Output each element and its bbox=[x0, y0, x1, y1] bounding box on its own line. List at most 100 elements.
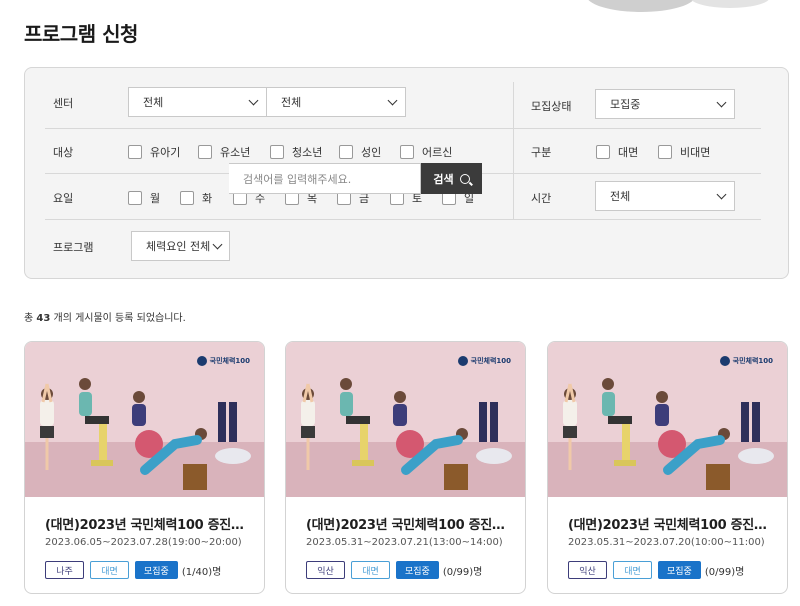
site-badge: 나주 bbox=[45, 561, 84, 579]
category-checkbox-online[interactable]: 비대면 bbox=[658, 144, 710, 160]
checkbox-box[interactable] bbox=[596, 145, 610, 159]
chevron-down-icon bbox=[248, 95, 259, 106]
divider bbox=[513, 82, 514, 219]
card-title[interactable]: (대면)2023년 국민체력100 증진… bbox=[306, 514, 511, 533]
brand-logo: 국민체력100 bbox=[457, 356, 511, 366]
search-button-label: 검색 bbox=[433, 172, 454, 186]
brand-logo: 국민체력100 bbox=[196, 356, 250, 366]
target-label: 대상 bbox=[53, 146, 74, 159]
status-badge: 모집중 bbox=[135, 561, 178, 579]
page-title: 프로그램 신청 bbox=[24, 22, 138, 46]
checkbox-label: 월 bbox=[150, 192, 161, 205]
count-number: 43 bbox=[36, 313, 51, 324]
chevron-down-icon bbox=[716, 97, 727, 108]
capacity-text: (0/99)명 bbox=[442, 566, 483, 578]
chevron-down-icon bbox=[212, 239, 223, 250]
brand-logo-icon bbox=[719, 356, 730, 366]
program-label: 프로그램 bbox=[53, 241, 94, 254]
search-button[interactable]: 검색 bbox=[421, 163, 482, 194]
program-card[interactable]: 국민체력100 (대면)2023년 국민체력100 증진… 2023.05.31… bbox=[285, 341, 526, 594]
checkbox-box[interactable] bbox=[339, 145, 353, 159]
checkbox-box[interactable] bbox=[128, 145, 142, 159]
checkbox-label: 대면 bbox=[618, 146, 639, 159]
category-label: 구분 bbox=[531, 146, 552, 159]
capacity-text: (1/40)명 bbox=[181, 566, 222, 578]
card-illustration: 국민체력100 bbox=[286, 342, 525, 497]
center-select-1[interactable]: 전체 bbox=[128, 87, 267, 117]
type-badge: 대면 bbox=[613, 561, 652, 579]
checkbox-label: 어르신 bbox=[422, 146, 453, 159]
card-tags: 나주 대면 모집중 (1/40)명 bbox=[45, 561, 221, 579]
brand-logo: 국민체력100 bbox=[719, 356, 773, 366]
status-badge: 모집중 bbox=[396, 561, 439, 579]
status-badge: 모집중 bbox=[658, 561, 701, 579]
day-label: 요일 bbox=[53, 192, 74, 205]
target-checkbox-senior[interactable]: 어르신 bbox=[400, 144, 452, 160]
capacity-text: (0/99)명 bbox=[704, 566, 745, 578]
search-placeholder: 검색어를 입력해주세요. bbox=[243, 172, 352, 186]
search-icon bbox=[459, 173, 470, 184]
checkbox-label: 성인 bbox=[361, 146, 382, 159]
checkbox-box[interactable] bbox=[270, 145, 284, 159]
card-illustration: 국민체력100 bbox=[548, 342, 787, 497]
recruit-status-select[interactable]: 모집중 bbox=[595, 89, 735, 119]
recruit-status-value: 모집중 bbox=[610, 98, 641, 111]
brand-logo-icon bbox=[196, 356, 207, 366]
program-card[interactable]: 국민체력100 (대면)2023년 국민체력100 증진… 2023.05.31… bbox=[547, 341, 788, 594]
checkbox-label: 화 bbox=[202, 192, 213, 205]
checkbox-label: 비대면 bbox=[680, 146, 711, 159]
result-count: 총 43 개의 게시물이 등록 되었습니다. bbox=[24, 309, 186, 324]
category-checkbox-offline[interactable]: 대면 bbox=[596, 144, 638, 160]
time-select-value: 전체 bbox=[610, 190, 631, 203]
top-decoration-2 bbox=[690, 0, 770, 8]
count-prefix: 총 bbox=[24, 313, 37, 324]
card-date: 2023.05.31~2023.07.21(13:00~14:00) bbox=[306, 537, 503, 548]
target-checkbox-youth[interactable]: 유소년 bbox=[198, 144, 250, 160]
day-checkbox-mon[interactable]: 월 bbox=[128, 190, 160, 206]
checkbox-label: 유아기 bbox=[150, 146, 181, 159]
checkbox-box[interactable] bbox=[198, 145, 212, 159]
card-date: 2023.06.05~2023.07.28(19:00~20:00) bbox=[45, 537, 242, 548]
type-badge: 대면 bbox=[351, 561, 390, 579]
checkbox-label: 유소년 bbox=[220, 146, 251, 159]
divider bbox=[45, 219, 761, 220]
checkbox-box[interactable] bbox=[400, 145, 414, 159]
card-date: 2023.05.31~2023.07.20(10:00~11:00) bbox=[568, 537, 765, 548]
center-select-2-value: 전체 bbox=[281, 96, 302, 109]
card-title[interactable]: (대면)2023년 국민체력100 증진… bbox=[568, 514, 773, 533]
card-tags: 익산 대면 모집중 (0/99)명 bbox=[568, 561, 744, 579]
card-tags: 익산 대면 모집중 (0/99)명 bbox=[306, 561, 482, 579]
divider bbox=[45, 128, 761, 129]
chevron-down-icon bbox=[716, 189, 727, 200]
search-input[interactable]: 검색어를 입력해주세요. bbox=[229, 163, 421, 194]
top-decoration bbox=[586, 0, 696, 12]
checkbox-box[interactable] bbox=[128, 191, 142, 205]
site-badge: 익산 bbox=[568, 561, 607, 579]
program-select-value: 체력요인 전체 bbox=[146, 240, 211, 253]
time-label: 시간 bbox=[531, 192, 552, 205]
checkbox-label: 청소년 bbox=[292, 146, 323, 159]
site-badge: 익산 bbox=[306, 561, 345, 579]
brand-text: 국민체력100 bbox=[209, 357, 250, 365]
chevron-down-icon bbox=[387, 95, 398, 106]
target-checkbox-infant[interactable]: 유아기 bbox=[128, 144, 180, 160]
program-select[interactable]: 체력요인 전체 bbox=[131, 231, 230, 261]
brand-text: 국민체력100 bbox=[732, 357, 773, 365]
brand-logo-icon bbox=[457, 356, 468, 366]
target-checkbox-adult[interactable]: 성인 bbox=[339, 144, 381, 160]
count-suffix: 개의 게시물이 등록 되었습니다. bbox=[50, 313, 186, 324]
time-select[interactable]: 전체 bbox=[595, 181, 735, 211]
center-label: 센터 bbox=[53, 97, 74, 110]
type-badge: 대면 bbox=[90, 561, 129, 579]
checkbox-box[interactable] bbox=[658, 145, 672, 159]
center-select-1-value: 전체 bbox=[143, 96, 164, 109]
target-checkbox-teen[interactable]: 청소년 bbox=[270, 144, 322, 160]
brand-text: 국민체력100 bbox=[470, 357, 511, 365]
card-illustration: 국민체력100 bbox=[25, 342, 264, 497]
center-select-2[interactable]: 전체 bbox=[266, 87, 406, 117]
day-checkbox-tue[interactable]: 화 bbox=[180, 190, 212, 206]
checkbox-box[interactable] bbox=[180, 191, 194, 205]
card-title[interactable]: (대면)2023년 국민체력100 증진… bbox=[45, 514, 250, 533]
program-card[interactable]: 국민체력100 (대면)2023년 국민체력100 증진… 2023.06.05… bbox=[24, 341, 265, 594]
recruit-status-label: 모집상태 bbox=[531, 100, 572, 113]
